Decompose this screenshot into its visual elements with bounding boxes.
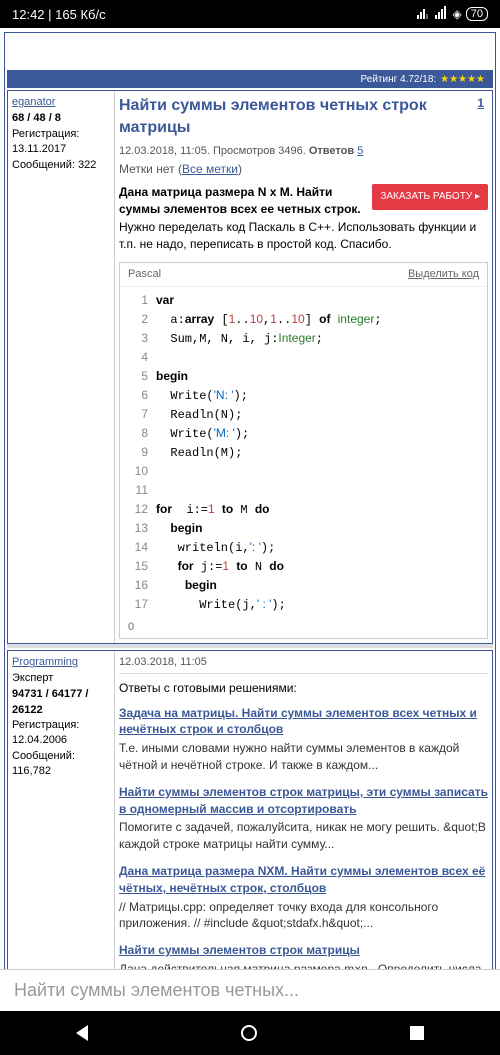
recents-button[interactable] [410, 1026, 424, 1040]
related-link[interactable]: Найти суммы элементов строк матрицы, эти… [119, 785, 488, 816]
home-button[interactable] [241, 1025, 257, 1041]
search-bar[interactable]: Найти суммы элементов четных... [0, 969, 500, 1011]
signal-icon [435, 6, 447, 22]
code-content: 1var 2 a:array [1..10,1..10] of integer;… [120, 287, 487, 618]
order-button[interactable]: ЗАКАЗАТЬ РАБОТУ [372, 184, 488, 211]
post-2: Programming Эксперт 94731 / 64177 / 2612… [7, 650, 493, 969]
username-link[interactable]: Programming [12, 656, 78, 668]
related-link[interactable]: Задача на матрицы. Найти суммы элементов… [119, 706, 477, 737]
post-number[interactable]: 1 [477, 95, 484, 112]
status-bar: 12:42 | 165 Кб/с ◈ 70 [0, 0, 500, 28]
rating-bar: Рейтинг 4.72/18:★★★★★ [7, 71, 493, 88]
answers-link[interactable]: 5 [357, 145, 363, 157]
back-button[interactable] [76, 1025, 88, 1041]
android-nav [0, 1011, 500, 1055]
code-block: PascalВыделить код 1var 2 a:array [1..10… [119, 262, 488, 640]
related-link[interactable]: Найти суммы элементов строк матрицы [119, 943, 360, 957]
select-code-link[interactable]: Выделить код [408, 267, 479, 283]
username-link[interactable]: eganator [12, 96, 55, 108]
thread-title: Найти суммы элементов четных строк матри… [119, 95, 488, 140]
top-spacer [7, 35, 493, 71]
wifi-icon: ◈ [453, 7, 462, 21]
all-tags-link[interactable]: Все метки [182, 162, 238, 176]
battery-icon: 70 [466, 7, 488, 21]
post-1: eganator 68 / 48 / 8 Регистрация: 13.11.… [7, 90, 493, 644]
signal-icon [417, 7, 429, 22]
related-link[interactable]: Дана матрица размера NXM. Найти суммы эл… [119, 864, 485, 895]
